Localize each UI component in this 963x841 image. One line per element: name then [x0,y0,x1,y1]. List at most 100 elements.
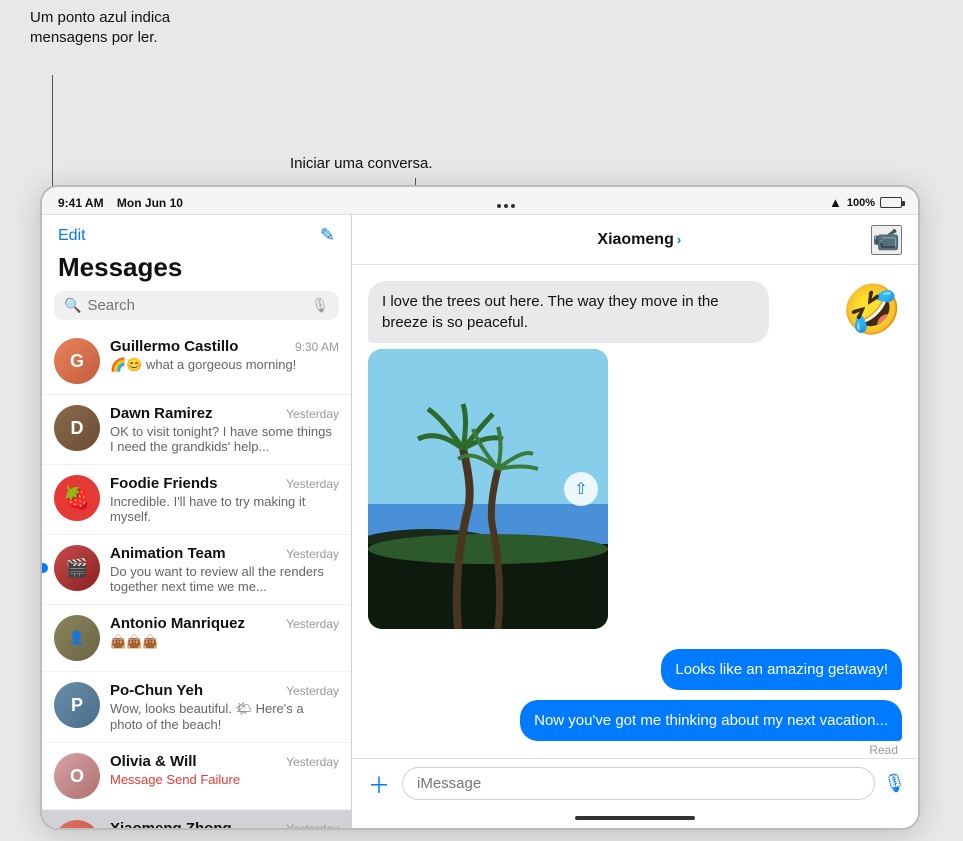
convo-info-pochun: Po-Chun Yeh Yesterday Wow, looks beautif… [110,682,339,732]
convo-info-guillermo: Guillermo Castillo 9:30 AM 🌈😊 what a gor… [110,338,339,373]
photo-share-button[interactable]: ⇧ [564,472,598,506]
search-icon: 🔍 [64,297,81,314]
avatar-wrap-dawn: D [54,405,100,451]
convo-info-animation: Animation Team Yesterday Do you want to … [110,545,339,594]
chat-title[interactable]: Xiaomeng › [597,231,681,249]
avatar-wrap-guillermo: G [54,338,100,384]
conversation-item-pochun[interactable]: P Po-Chun Yeh Yesterday Wow, looks beaut… [42,672,351,743]
avatar-antonio: 👤 [54,615,100,661]
convo-time-guillermo: 9:30 AM [295,340,339,354]
sidebar-header: Edit ✎ [42,215,351,252]
home-bar [575,816,695,820]
avatar-wrap-pochun: P [54,682,100,728]
status-dots [497,198,515,208]
chat-area: Xiaomeng › 📹 🤣 I love the trees out here… [352,215,918,828]
avatar-guillermo: G [54,338,100,384]
dot2 [504,204,508,208]
chat-contact-name: Xiaomeng [597,231,673,249]
convo-info-foodie: Foodie Friends Yesterday Incredible. I'l… [110,475,339,524]
photo-placeholder: ⇧ [368,349,608,629]
convo-name-row-dawn: Dawn Ramirez Yesterday [110,405,339,422]
search-input[interactable] [87,297,311,314]
conversation-item-animation[interactable]: 🎬 Animation Team Yesterday Do you want t… [42,535,351,605]
convo-time-olivia: Yesterday [286,755,339,769]
convo-time-animation: Yesterday [286,547,339,561]
convo-time-xiaomeng: Yesterday [286,822,339,829]
convo-name-antonio: Antonio Manriquez [110,615,245,632]
message-group-1: I love the trees out here. The way they … [368,281,902,629]
convo-name-row-pochun: Po-Chun Yeh Yesterday [110,682,339,699]
convo-info-antonio: Antonio Manriquez Yesterday 👜👜👜 [110,615,339,650]
dot1 [497,204,501,208]
photo-message: ⇧ [368,349,608,629]
convo-time-antonio: Yesterday [286,617,339,631]
annotation-blue-dot: Um ponto azul indica mensagens por ler. [30,8,200,47]
convo-info-olivia: Olivia & Will Yesterday Message Send Fai… [110,753,339,787]
read-status: Read [869,743,898,757]
convo-preview-olivia: Message Send Failure [110,772,339,787]
avatar-wrap-olivia: O [54,753,100,799]
conversation-item-guillermo[interactable]: G Guillermo Castillo 9:30 AM 🌈😊 what a g… [42,328,351,395]
annotation-start-convo-text: Iniciar uma conversa. [290,155,433,172]
avatar-dawn: D [54,405,100,451]
avatar-olivia: O [54,753,100,799]
edit-button[interactable]: Edit [58,227,86,245]
message-bubble-3: Now you've got me thinking about my next… [520,700,902,741]
status-right: ▲ 100% [829,195,902,210]
convo-time-dawn: Yesterday [286,407,339,421]
mic-icon: 🎙 [311,297,329,314]
convo-preview-foodie: Incredible. I'll have to try making it m… [110,494,339,524]
status-bar: 9:41 AM Mon Jun 10 ▲ 100% [42,187,918,215]
conversation-item-foodie[interactable]: 🍓 Foodie Friends Yesterday Incredible. I… [42,465,351,535]
chat-input-area: ＋ 🎙 [352,758,918,808]
conversation-item-olivia[interactable]: O Olivia & Will Yesterday Message Send F… [42,743,351,810]
convo-name-row-xiaomeng: Xiaomeng Zhong Yesterday [110,820,339,828]
convo-name-row-animation: Animation Team Yesterday [110,545,339,562]
conversation-item-antonio[interactable]: 👤 Antonio Manriquez Yesterday 👜👜👜 [42,605,351,672]
sidebar: Edit ✎ Messages 🔍 🎙 G Guillermo Casti [42,215,352,828]
video-call-button[interactable]: 📹 [871,225,902,255]
search-bar: 🔍 🎙 [54,291,339,320]
convo-name-row-olivia: Olivia & Will Yesterday [110,753,339,770]
chat-messages: 🤣 I love the trees out here. The way the… [352,265,918,758]
convo-name-row-foodie: Foodie Friends Yesterday [110,475,339,492]
message-bubble-1: I love the trees out here. The way they … [368,281,769,343]
home-indicator [352,808,918,828]
avatar-wrap-foodie: 🍓 [54,475,100,521]
date-text: Mon Jun 10 [117,196,183,210]
main-content: Edit ✎ Messages 🔍 🎙 G Guillermo Casti [42,215,918,828]
ipad-frame: 9:41 AM Mon Jun 10 ▲ 100% Edit ✎ Message… [40,185,920,830]
mic-button[interactable]: 🎙 [883,773,906,794]
avatar-wrap-animation: 🎬 [54,545,100,591]
time-text: 9:41 AM [58,196,104,210]
avatar-animation: 🎬 [54,545,100,591]
annotation-blue-dot-text: Um ponto azul indica mensagens por ler. [30,9,170,46]
convo-time-foodie: Yesterday [286,477,339,491]
conversation-list: G Guillermo Castillo 9:30 AM 🌈😊 what a g… [42,328,351,828]
message-group-3: Now you've got me thinking about my next… [368,700,902,757]
battery-icon [880,197,902,208]
conversation-item-dawn[interactable]: D Dawn Ramirez Yesterday OK to visit ton… [42,395,351,465]
avatar-xiaomeng: X [54,820,100,828]
avatar-foodie: 🍓 [54,475,100,521]
add-attachment-button[interactable]: ＋ [364,769,394,799]
annotation-start-convo: Iniciar uma conversa. [290,155,433,172]
message-group-2: Looks like an amazing getaway! [368,649,902,690]
avatar-wrap-antonio: 👤 [54,615,100,661]
message-input[interactable] [402,767,875,800]
emoji-reaction: 🤣 [842,281,902,338]
convo-time-pochun: Yesterday [286,684,339,698]
convo-name-animation: Animation Team [110,545,226,562]
convo-name-row-guillermo: Guillermo Castillo 9:30 AM [110,338,339,355]
convo-name-xiaomeng: Xiaomeng Zhong [110,820,232,828]
convo-preview-guillermo: 🌈😊 what a gorgeous morning! [110,357,339,373]
battery-percent: 100% [847,197,875,209]
convo-preview-animation: Do you want to review all the renders to… [110,564,339,594]
convo-info-dawn: Dawn Ramirez Yesterday OK to visit tonig… [110,405,339,454]
convo-name-row-antonio: Antonio Manriquez Yesterday [110,615,339,632]
conversation-item-xiaomeng[interactable]: X Xiaomeng Zhong Yesterday Now you've go… [42,810,351,828]
message-bubble-2: Looks like an amazing getaway! [661,649,902,690]
convo-name-dawn: Dawn Ramirez [110,405,213,422]
compose-button[interactable]: ✎ [320,225,335,246]
chat-header: Xiaomeng › 📹 [352,215,918,265]
